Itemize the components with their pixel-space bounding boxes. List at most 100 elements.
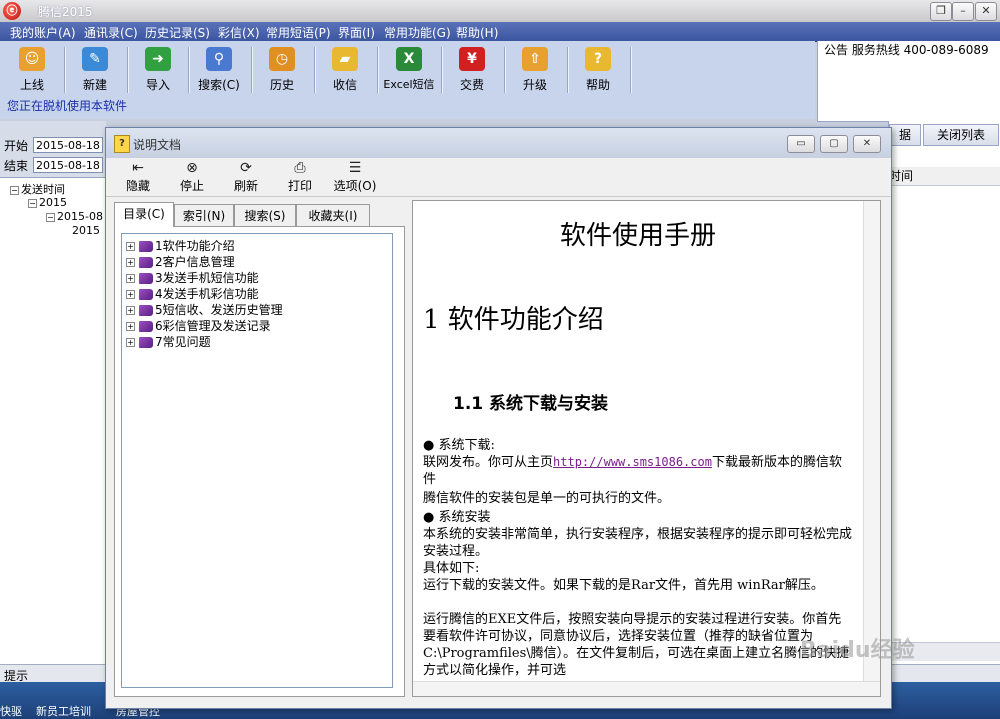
toc-item[interactable]: +4发送手机彩信功能 [126, 286, 259, 302]
menu-bar: 我的账户(A) 通讯录(C) 历史记录(S) 彩信(X) 常用短语(P) 界面(… [0, 22, 1000, 42]
doc-title: 软件使用手册 [559, 221, 716, 251]
offline-notice: 您正在脱机使用本软件 [7, 99, 128, 113]
tree-node-month[interactable]: −2015-08 [46, 210, 103, 223]
toc-item[interactable]: +7常见问题 [126, 334, 211, 350]
help-toolbar: ⇤ 隐藏 ⊗ 停止 ⟳ 刷新 ⎙ 打印 ☰ 选项(O) [106, 158, 891, 197]
notice-text: 公告 服务热线 400-089-6089 [824, 43, 989, 57]
book-icon [139, 257, 153, 268]
stop-button[interactable]: ⊗ 停止 [176, 159, 208, 194]
tab-favorites[interactable]: 收藏夹(I) [296, 204, 370, 226]
horizontal-scrollbar[interactable] [413, 681, 880, 696]
end-date-field[interactable]: 2015-08-18 [33, 157, 103, 173]
toolbar-online-button[interactable]: ☺ 上线 [3, 45, 61, 95]
list-header-time[interactable]: 时间 [889, 167, 1000, 186]
toc-panel: 目录(C) 索引(N) 搜索(S) 收藏夹(I) +1软件功能介绍 +2客户信息… [114, 200, 405, 697]
collapse-icon[interactable]: − [28, 198, 37, 208]
doc-bullet-install: ● 系统安装 [423, 510, 491, 525]
toolbar-new-button[interactable]: ✎ 新建 [66, 45, 124, 95]
tab-search[interactable]: 搜索(S) [234, 204, 296, 226]
toc-item[interactable]: +3发送手机短信功能 [126, 270, 259, 286]
tree-node-year[interactable]: −2015 [28, 196, 67, 209]
toolbar-search-button[interactable]: ⚲ 搜索(C) [190, 45, 248, 95]
toolbar-button-label: 升级 [522, 78, 547, 92]
tree-node-day[interactable]: 2015 [72, 224, 100, 237]
expand-icon[interactable]: + [126, 306, 135, 315]
folder-icon: ▰ [332, 47, 358, 71]
right-list-pane: 据 关闭列表 时间 [888, 121, 1000, 664]
menu-help[interactable]: 帮助(H) [456, 24, 498, 41]
help-doc-icon: ? [114, 135, 130, 153]
import-arrow-icon: ➜ [145, 47, 171, 71]
toc-item[interactable]: +6彩信管理及发送记录 [126, 318, 271, 334]
taskbar-item-2[interactable]: 新员工培训 [36, 703, 91, 719]
menu-history[interactable]: 历史记录(S) [145, 24, 210, 41]
notice-panel: 公告 服务热线 400-089-6089 [817, 41, 1000, 122]
tab-close-list[interactable]: 关闭列表 [923, 124, 999, 146]
expand-icon[interactable]: + [126, 322, 135, 331]
minimize-icon[interactable]: – [952, 2, 974, 21]
toolbar-upgrade-button[interactable]: ⇧ 升级 [506, 45, 564, 95]
menu-common-phrases[interactable]: 常用短语(P) [266, 24, 331, 41]
toc-tree: +1软件功能介绍 +2客户信息管理 +3发送手机短信功能 +4发送手机彩信功能 … [121, 233, 393, 688]
doc-bullet-download: ● 系统下载: [423, 438, 495, 453]
toolbar-button-label: 上线 [19, 78, 44, 92]
doc-paragraph-wizard: 运行腾信的EXE文件后，按照安装向导提示的安装过程进行安装。你首先要看软件许可协… [423, 612, 850, 678]
menu-mms[interactable]: 彩信(X) [218, 24, 260, 41]
help-dialog: ? 说明文档 ▭ ▢ ✕ ⇤ 隐藏 ⊗ 停止 ⟳ 刷新 ⎙ 打印 ☰ 选项(O)… [105, 127, 892, 709]
toc-item[interactable]: +2客户信息管理 [126, 254, 235, 270]
restore-icon[interactable]: ❐ [930, 2, 952, 21]
options-button[interactable]: ☰ 选项(O) [332, 159, 378, 194]
expand-icon[interactable]: + [126, 338, 135, 347]
tab-index[interactable]: 索引(N) [174, 204, 234, 226]
tree-node-root[interactable]: − 发送时间 [10, 181, 65, 197]
person-icon: ☺ [19, 47, 45, 71]
printer-icon: ⎙ [294, 160, 306, 176]
toolbar-excel-sms-button[interactable]: X Excel短信 [378, 45, 440, 95]
expand-icon[interactable]: + [126, 258, 135, 267]
help-folder-icon: ? [585, 47, 611, 71]
toolbar-import-button[interactable]: ➜ 导入 [129, 45, 187, 95]
toc-item[interactable]: +1软件功能介绍 [126, 238, 235, 254]
menu-interface[interactable]: 界面(I) [338, 24, 375, 41]
homepage-link[interactable]: http://www.sms1086.com [553, 455, 712, 469]
toolbar-button-label: 交费 [459, 78, 484, 92]
print-button[interactable]: ⎙ 打印 [284, 159, 316, 194]
toolbar-help-button[interactable]: ? 帮助 [569, 45, 627, 95]
toolbar-inbox-button[interactable]: ▰ 收信 [316, 45, 374, 95]
tab-contents[interactable]: 目录(C) [114, 202, 174, 227]
menu-contacts[interactable]: 通讯录(C) [84, 24, 138, 41]
expand-icon[interactable]: + [126, 274, 135, 283]
collapse-icon[interactable]: − [46, 212, 55, 222]
minimize-icon[interactable]: ▭ [787, 135, 815, 153]
menu-my-account[interactable]: 我的账户(A) [10, 24, 76, 41]
main-title-bar: ⓔ 腾信2015 ❐ – ✕ [0, 0, 1000, 23]
taskbar-item-1[interactable]: 快驱 [0, 703, 22, 719]
book-icon [139, 321, 153, 332]
doc-paragraph-unrar: 运行下载的安装文件。如果下载的是Rar文件，首先用 winRar解压。 [423, 578, 824, 593]
start-date-field[interactable]: 2015-08-18 [33, 137, 103, 153]
upgrade-arrow-icon: ⇧ [522, 47, 548, 71]
doc-heading-1: 1 软件功能介绍 [423, 305, 604, 335]
expand-icon[interactable]: + [126, 290, 135, 299]
toolbar-pay-button[interactable]: ¥ 交费 [443, 45, 501, 95]
close-icon[interactable]: ✕ [853, 135, 881, 153]
hide-button[interactable]: ⇤ 隐藏 [122, 159, 154, 194]
close-icon[interactable]: ✕ [975, 2, 997, 21]
book-icon [139, 337, 153, 348]
refresh-button[interactable]: ⟳ 刷新 [230, 159, 262, 194]
stop-icon: ⊗ [186, 160, 198, 176]
doc-paragraph-download: 联网发布。你可从主页http://www.sms1086.com下载最新版本的腾… [423, 455, 842, 487]
vertical-scrollbar[interactable] [863, 201, 880, 681]
pencil-icon: ✎ [82, 47, 108, 71]
options-icon: ☰ [348, 160, 362, 176]
toolbar-history-button[interactable]: ◷ 历史 [253, 45, 311, 95]
yen-icon: ¥ [459, 47, 485, 71]
toc-container: +1软件功能介绍 +2客户信息管理 +3发送手机短信功能 +4发送手机彩信功能 … [114, 226, 405, 697]
toolbar-button-label: Excel短信 [383, 78, 435, 91]
maximize-icon[interactable]: ▢ [820, 135, 848, 153]
toc-item[interactable]: +5短信收、发送历史管理 [126, 302, 283, 318]
tab-data[interactable]: 据 [889, 124, 921, 146]
collapse-icon[interactable]: − [10, 185, 19, 195]
menu-common-functions[interactable]: 常用功能(G) [384, 24, 451, 41]
expand-icon[interactable]: + [126, 242, 135, 251]
